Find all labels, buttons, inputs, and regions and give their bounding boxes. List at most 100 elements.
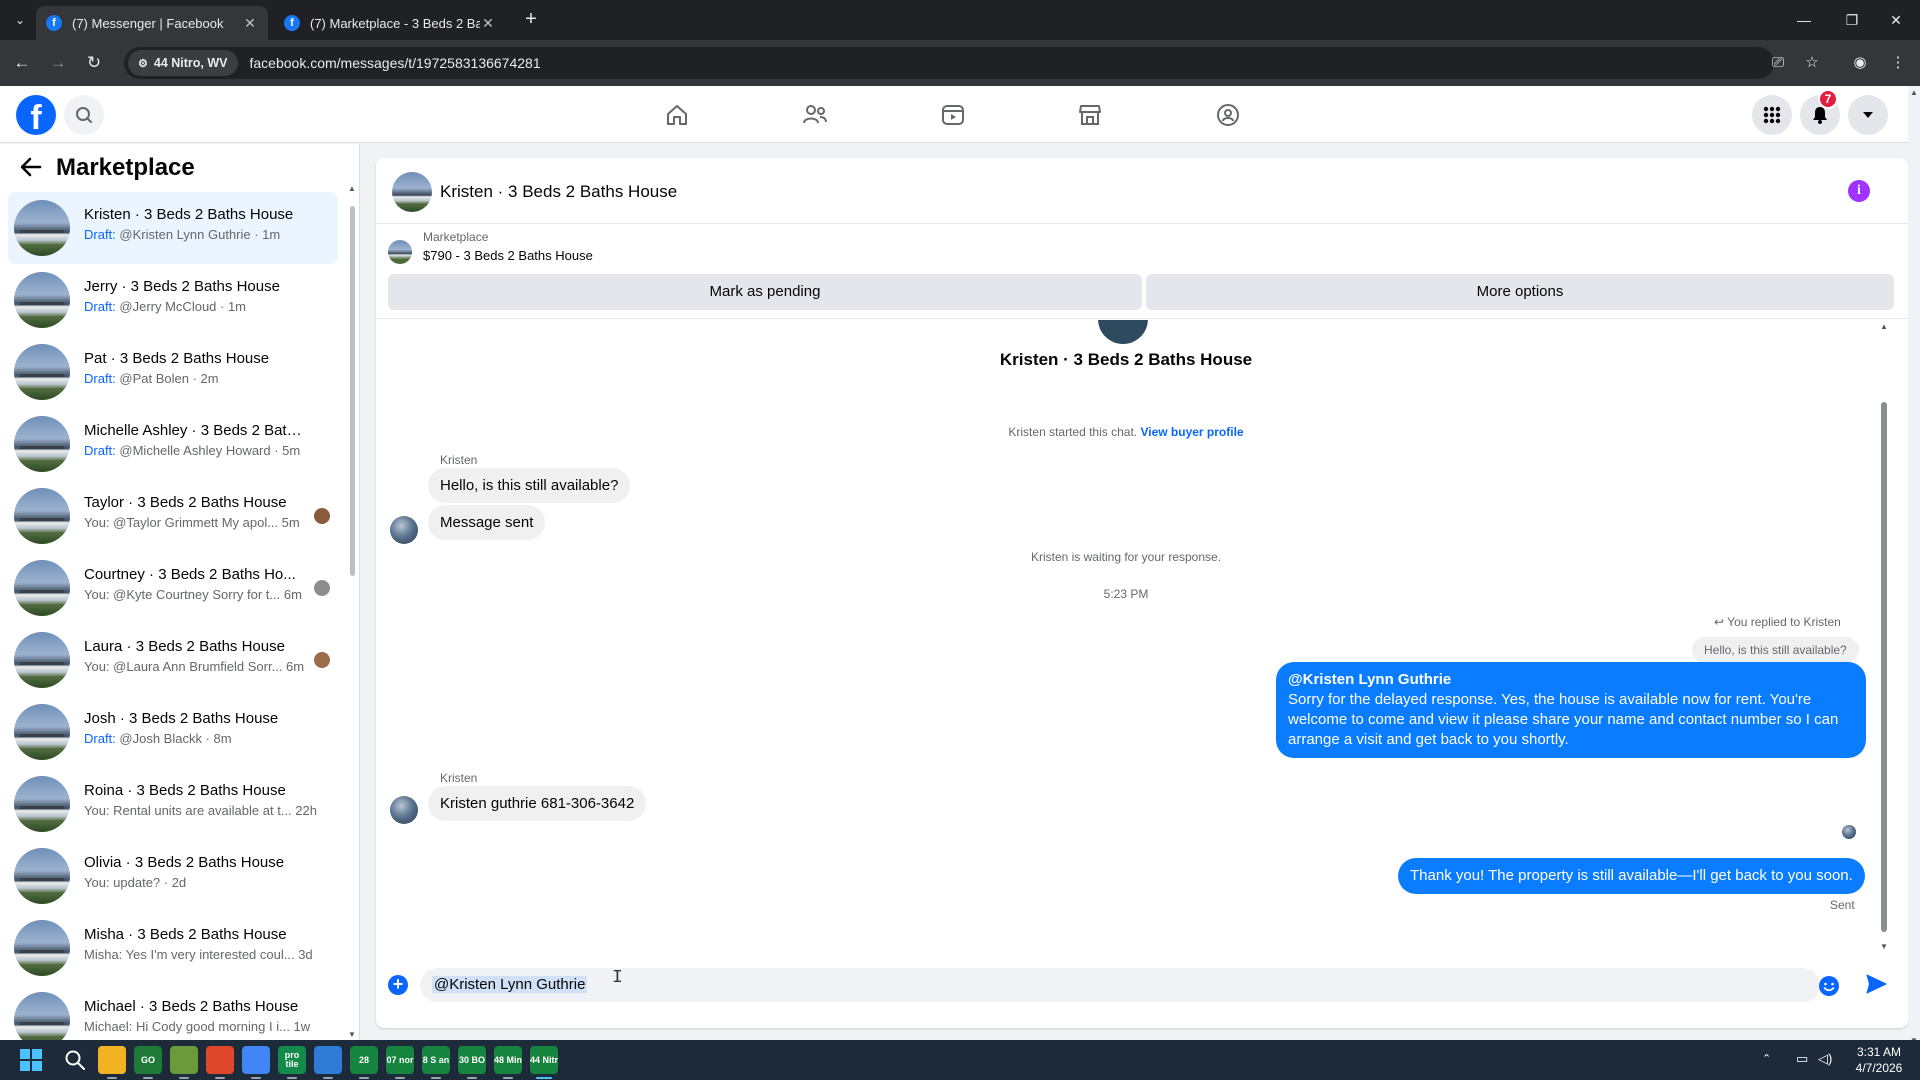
chat-header: Kristen · 3 Beds 2 Baths House i (376, 158, 1908, 224)
chat-avatar[interactable] (392, 172, 432, 212)
nav-groups[interactable] (1172, 90, 1284, 140)
browser-menu-icon[interactable]: ⋮ (1886, 51, 1910, 75)
site-info-chip[interactable]: ⚙ 44 Nitro, WV (128, 50, 238, 76)
bookmark-star-icon[interactable]: ☆ (1800, 51, 1824, 75)
info-icon[interactable]: i (1848, 180, 1870, 202)
restore-window-button[interactable]: ❐ (1828, 0, 1876, 40)
new-tab-button[interactable]: + (519, 8, 543, 32)
conversation-title: Kristen · 3 Beds 2 Baths House (84, 206, 294, 223)
sidebar-scrollbar[interactable]: ▲ ▼ (348, 184, 356, 1040)
incoming-message[interactable]: Hello, is this still available? (428, 468, 631, 503)
facebook-header: f 7 (0, 86, 1920, 143)
mark-as-pending-button[interactable]: Mark as pending (388, 274, 1142, 310)
conversation-title: Taylor · 3 Beds 2 Baths House (84, 494, 287, 511)
taskbar-tile-44-icon[interactable]: 44 Nitr (530, 1046, 558, 1074)
sidebar-scroll-thumb[interactable] (350, 206, 355, 576)
view-buyer-profile-link[interactable]: View buyer profile (1140, 425, 1243, 439)
network-icon[interactable]: ▭ (1796, 1051, 1808, 1080)
conversation-item[interactable]: Pat · 3 Beds 2 Baths House Draft: @Pat Bo… (8, 336, 338, 408)
search-button[interactable] (64, 95, 104, 135)
system-clock[interactable]: 3:31 AM 4/7/2026 (1844, 1044, 1914, 1076)
emoji-icon[interactable] (1818, 975, 1840, 997)
conversation-item[interactable]: Jerry · 3 Beds 2 Baths House Draft: @Jerr… (8, 264, 338, 336)
close-tab-icon[interactable]: ✕ (242, 15, 258, 32)
listing-banner[interactable]: Marketplace $790 - 3 Beds 2 Baths House (388, 230, 1888, 270)
conversation-item[interactable]: Taylor · 3 Beds 2 Baths House You: @Taylo… (8, 480, 338, 552)
scroll-up-icon[interactable]: ▲ (1910, 88, 1918, 97)
incoming-message[interactable]: Kristen guthrie 681-306-3642 (428, 786, 647, 821)
account-menu-button[interactable] (1848, 95, 1888, 135)
taskbar-tile-48-icon[interactable]: 48 Min (494, 1046, 522, 1074)
reload-icon[interactable]: ↻ (82, 51, 106, 75)
profile-icon[interactable]: ◉ (1848, 51, 1872, 75)
running-indicator (395, 1077, 405, 1079)
install-app-icon[interactable]: ⎚ (1766, 51, 1790, 75)
quoted-message[interactable]: Hello, is this still available? (1692, 637, 1859, 663)
nav-video[interactable] (897, 90, 1009, 140)
tab-marketplace[interactable]: f (7) Marketplace - 3 Beds 2 Bath ✕ (274, 6, 506, 40)
more-options-button[interactable]: More options (1146, 274, 1894, 310)
nav-home[interactable] (621, 90, 733, 140)
facebook-logo[interactable]: f (16, 95, 56, 137)
taskbar-tile-28-icon[interactable]: 28 (350, 1046, 378, 1074)
tab-search-button[interactable]: ⌄ (8, 8, 32, 32)
nav-marketplace[interactable] (1034, 90, 1146, 140)
forward-icon[interactable]: → (46, 51, 70, 75)
taskbar-notepad-icon[interactable] (170, 1046, 198, 1074)
page-scrollbar[interactable]: ▲ ▼ (1908, 86, 1920, 1050)
plus-icon[interactable]: + (388, 975, 408, 995)
sender-name: Kristen (440, 771, 478, 785)
notification-badge: 7 (1818, 89, 1838, 109)
taskbar-file-explorer-icon[interactable] (98, 1046, 126, 1074)
conversation-item[interactable]: Misha · 3 Beds 2 Baths House Misha: Yes I… (8, 912, 338, 984)
taskbar-tile-30-icon[interactable]: 30 BO (458, 1046, 486, 1074)
taskbar-brave-icon[interactable] (206, 1046, 234, 1074)
scroll-up-icon[interactable]: ▲ (1880, 322, 1888, 331)
close-window-button[interactable]: ✕ (1872, 0, 1920, 40)
taskbar-search-icon[interactable] (64, 1049, 86, 1071)
taskbar-app-go-icon[interactable]: GO (134, 1046, 162, 1074)
conversation-item[interactable]: Olivia · 3 Beds 2 Baths House You: update… (8, 840, 338, 912)
incoming-message[interactable]: Message sent (428, 505, 546, 540)
address-bar[interactable]: ⚙ 44 Nitro, WV facebook.com/messages/t/1… (124, 47, 1774, 79)
conversation-item[interactable]: Michelle Ashley · 3 Beds 2 Baths... Draft… (8, 408, 338, 480)
scroll-up-icon[interactable]: ▲ (348, 184, 356, 193)
nav-friends[interactable] (759, 90, 871, 140)
message-input[interactable]: @Kristen Lynn Guthrie (420, 968, 1820, 1002)
conversation-item[interactable]: Josh · 3 Beds 2 Baths House Draft: @Josh … (8, 696, 338, 768)
menu-grid-button[interactable] (1752, 95, 1792, 135)
outgoing-message[interactable]: @Kristen Lynn Guthrie Sorry for the dela… (1276, 662, 1866, 758)
taskbar-tile-07-icon[interactable]: 07 nor (386, 1046, 414, 1074)
conversation-item[interactable]: Courtney · 3 Beds 2 Baths Ho... You: @Kyt… (8, 552, 338, 624)
listing-thumbnail (14, 848, 70, 904)
waiting-text: Kristen is waiting for your response. (1030, 550, 1222, 564)
scroll-down-icon[interactable]: ▼ (1880, 942, 1888, 951)
conversation-item[interactable]: Roina · 3 Beds 2 Baths House You: Rental … (8, 768, 338, 840)
conversation-preview: Michael: Hi Cody good morning I i... 1w (84, 1019, 324, 1034)
outgoing-message[interactable]: Thank you! The property is still availab… (1398, 858, 1865, 894)
timestamp: 5:23 PM (1103, 587, 1149, 601)
tab-messenger[interactable]: f (7) Messenger | Facebook ✕ (36, 6, 268, 40)
close-tab-icon[interactable]: ✕ (480, 15, 496, 32)
tray-overflow-icon[interactable]: ⌃ (1762, 1052, 1771, 1080)
chat-title[interactable]: Kristen · 3 Beds 2 Baths House (440, 182, 677, 202)
reply-arrow-icon: ↩ (1714, 615, 1728, 629)
minimize-window-button[interactable]: — (1780, 0, 1828, 40)
send-icon[interactable] (1864, 972, 1888, 996)
conversation-item[interactable]: Laura · 3 Beds 2 Baths House You: @Laura … (8, 624, 338, 696)
taskbar-signal-icon[interactable] (314, 1046, 342, 1074)
taskbar-chrome-icon[interactable] (242, 1046, 270, 1074)
back-arrow-icon[interactable] (18, 154, 44, 180)
clock-time: 3:31 AM (1856, 1045, 1902, 1059)
volume-icon[interactable]: ◁) (1818, 1051, 1832, 1080)
conversation-item[interactable]: Kristen · 3 Beds 2 Baths House Draft: @Kr… (8, 192, 338, 264)
windows-start-icon[interactable] (20, 1049, 42, 1071)
taskbar-pro-tile-icon[interactable]: pro tile (278, 1046, 306, 1074)
sender-avatar[interactable] (390, 516, 418, 544)
back-icon[interactable]: ← (10, 51, 34, 75)
sender-avatar[interactable] (390, 796, 418, 824)
taskbar-tile-8s-icon[interactable]: 8 S an (422, 1046, 450, 1074)
scroll-down-icon[interactable]: ▼ (348, 1030, 356, 1039)
chat-scroll-thumb[interactable] (1881, 402, 1887, 932)
chat-scrollbar[interactable]: ▲ ▼ (1878, 322, 1890, 954)
